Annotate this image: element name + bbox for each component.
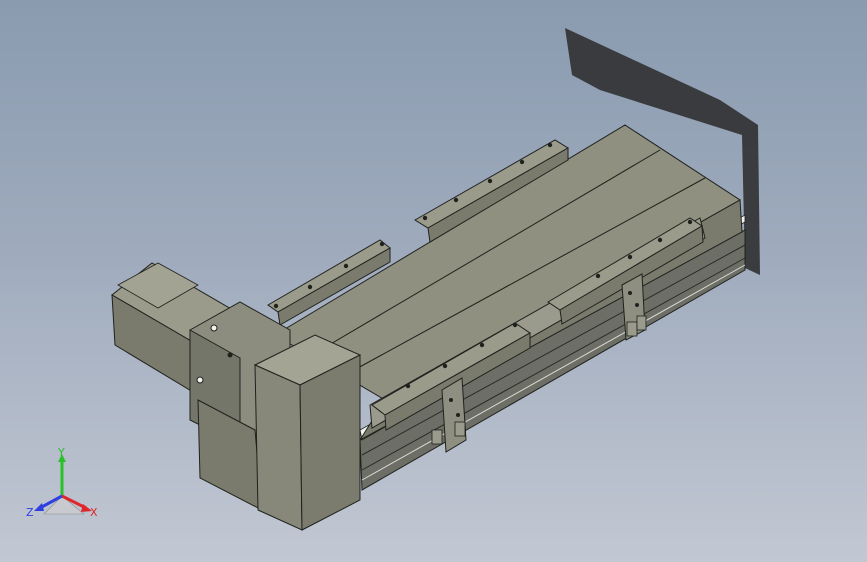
linear-actuator-model[interactable] [0, 0, 867, 562]
triad-y-label: Y [57, 446, 65, 459]
triad-z-arrow [34, 503, 44, 511]
triad-z-label: Z [26, 506, 34, 519]
end-cap-side [299, 354, 361, 531]
graphics-viewport[interactable]: Y X Z [0, 0, 867, 562]
triad-x-label: X [90, 506, 98, 519]
coordinate-triad[interactable]: Y X Z [22, 446, 108, 526]
end-cap-front [254, 364, 303, 531]
coupling-bolt-2 [210, 324, 218, 332]
sensor-bracket-right [621, 273, 647, 341]
coupling-bolt [196, 376, 204, 384]
coupling-bolt-3 [227, 352, 233, 358]
